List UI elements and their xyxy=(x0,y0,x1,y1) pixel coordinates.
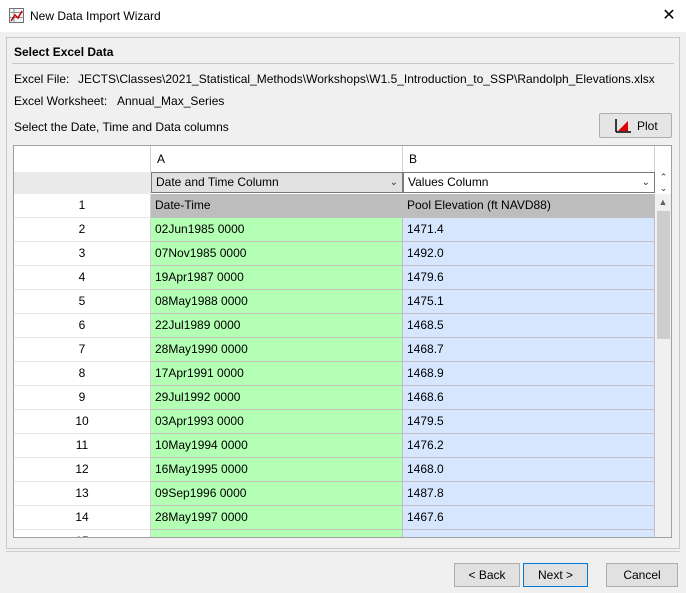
date-cell[interactable] xyxy=(151,530,403,537)
table-row[interactable]: 12 16May1995 0000 1468.0 xyxy=(14,458,655,482)
table-row[interactable]: 2 02Jun1985 0000 1471.4 xyxy=(14,218,655,242)
date-cell[interactable]: 09Sep1996 0000 xyxy=(151,482,403,506)
back-button[interactable]: < Back xyxy=(454,563,520,587)
spinner-down-icon[interactable]: ⌄ xyxy=(656,184,671,193)
spinner-up-icon[interactable]: ⌃ xyxy=(656,173,671,182)
grid-rows: 1 Date-Time Pool Elevation (ft NAVD88) 2… xyxy=(14,194,655,537)
value-cell[interactable]: 1476.2 xyxy=(403,434,655,458)
title-bar: New Data Import Wizard ✕ xyxy=(0,0,686,32)
value-cell[interactable]: 1471.4 xyxy=(403,218,655,242)
scroll-up-icon[interactable]: ▲ xyxy=(655,194,671,210)
value-cell[interactable]: 1475.1 xyxy=(403,290,655,314)
row-number: 1 xyxy=(14,194,151,218)
table-row[interactable]: 7 28May1990 0000 1468.7 xyxy=(14,338,655,362)
next-button[interactable]: Next > xyxy=(523,563,588,587)
date-cell[interactable]: 17Apr1991 0000 xyxy=(151,362,403,386)
column-header-a: A xyxy=(151,146,403,172)
value-cell[interactable]: 1492.0 xyxy=(403,242,655,266)
footer-divider xyxy=(6,551,680,552)
table-row[interactable]: 15 xyxy=(14,530,655,537)
value-cell[interactable]: 1467.6 xyxy=(403,506,655,530)
value-cell[interactable]: 1487.8 xyxy=(403,482,655,506)
date-cell[interactable]: Date-Time xyxy=(151,194,403,218)
excel-worksheet-label: Excel Worksheet: xyxy=(14,94,108,108)
chevron-down-icon: ⌄ xyxy=(389,177,398,188)
table-row[interactable]: 9 29Jul1992 0000 1468.6 xyxy=(14,386,655,410)
date-cell[interactable]: 10May1994 0000 xyxy=(151,434,403,458)
table-row[interactable]: 13 09Sep1996 0000 1487.8 xyxy=(14,482,655,506)
table-row[interactable]: 1 Date-Time Pool Elevation (ft NAVD88) xyxy=(14,194,655,218)
value-cell[interactable]: 1468.5 xyxy=(403,314,655,338)
value-cell[interactable] xyxy=(403,530,655,537)
app-icon xyxy=(9,8,24,23)
vertical-scrollbar[interactable]: ▲ xyxy=(655,194,671,537)
row-number: 14 xyxy=(14,506,151,530)
data-grid: A B Date and Time Column ⌄ Values Column… xyxy=(13,145,672,538)
date-cell[interactable]: 07Nov1985 0000 xyxy=(151,242,403,266)
column-a-type-value: Date and Time Column xyxy=(156,175,279,189)
row-number: 4 xyxy=(14,266,151,290)
table-row[interactable]: 10 03Apr1993 0000 1479.5 xyxy=(14,410,655,434)
section-divider xyxy=(12,63,674,64)
row-number: 9 xyxy=(14,386,151,410)
table-row[interactable]: 6 22Jul1989 0000 1468.5 xyxy=(14,314,655,338)
instruction-text: Select the Date, Time and Data columns xyxy=(14,120,229,134)
value-cell[interactable]: 1479.6 xyxy=(403,266,655,290)
date-cell[interactable]: 08May1988 0000 xyxy=(151,290,403,314)
value-cell[interactable]: 1479.5 xyxy=(403,410,655,434)
date-cell[interactable]: 02Jun1985 0000 xyxy=(151,218,403,242)
row-number: 11 xyxy=(14,434,151,458)
scrollbar-thumb[interactable] xyxy=(657,211,670,339)
date-cell[interactable]: 19Apr1987 0000 xyxy=(151,266,403,290)
table-row[interactable]: 5 08May1988 0000 1475.1 xyxy=(14,290,655,314)
value-cell[interactable]: 1468.9 xyxy=(403,362,655,386)
date-cell[interactable]: 28May1990 0000 xyxy=(151,338,403,362)
plot-button-label: Plot xyxy=(637,119,658,133)
chevron-down-icon: ⌄ xyxy=(641,177,650,188)
row-number: 5 xyxy=(14,290,151,314)
column-b-type-dropdown[interactable]: Values Column ⌄ xyxy=(403,172,655,193)
table-row[interactable]: 14 28May1997 0000 1467.6 xyxy=(14,506,655,530)
column-scroll-spinner[interactable]: ⌃ ⌄ xyxy=(656,172,671,193)
cancel-button[interactable]: Cancel xyxy=(606,563,678,587)
plot-button[interactable]: Plot xyxy=(599,113,672,138)
table-row[interactable]: 11 10May1994 0000 1476.2 xyxy=(14,434,655,458)
value-cell[interactable]: 1468.0 xyxy=(403,458,655,482)
section-title: Select Excel Data xyxy=(14,45,114,59)
chart-icon xyxy=(615,119,631,133)
column-b-type-value: Values Column xyxy=(408,175,489,189)
column-a-type-dropdown[interactable]: Date and Time Column ⌄ xyxy=(151,172,403,193)
row-number: 8 xyxy=(14,362,151,386)
date-cell[interactable]: 03Apr1993 0000 xyxy=(151,410,403,434)
row-number: 10 xyxy=(14,410,151,434)
date-cell[interactable]: 29Jul1992 0000 xyxy=(151,386,403,410)
window-title: New Data Import Wizard xyxy=(30,9,161,23)
row-number: 3 xyxy=(14,242,151,266)
value-cell[interactable]: 1468.7 xyxy=(403,338,655,362)
row-number: 15 xyxy=(14,530,151,537)
table-row[interactable]: 3 07Nov1985 0000 1492.0 xyxy=(14,242,655,266)
table-row[interactable]: 4 19Apr1987 0000 1479.6 xyxy=(14,266,655,290)
date-cell[interactable]: 22Jul1989 0000 xyxy=(151,314,403,338)
date-cell[interactable]: 16May1995 0000 xyxy=(151,458,403,482)
excel-worksheet-name: Annual_Max_Series xyxy=(117,94,225,108)
row-number: 7 xyxy=(14,338,151,362)
value-cell[interactable]: Pool Elevation (ft NAVD88) xyxy=(403,194,655,218)
date-cell[interactable]: 28May1997 0000 xyxy=(151,506,403,530)
row-number: 6 xyxy=(14,314,151,338)
table-row[interactable]: 8 17Apr1991 0000 1468.9 xyxy=(14,362,655,386)
value-cell[interactable]: 1468.6 xyxy=(403,386,655,410)
column-header-b: B xyxy=(403,146,655,172)
row-number: 2 xyxy=(14,218,151,242)
row-number: 12 xyxy=(14,458,151,482)
excel-file-path: JECTS\Classes\2021_Statistical_Methods\W… xyxy=(78,72,655,86)
close-icon[interactable]: ✕ xyxy=(656,5,682,27)
excel-file-label: Excel File: xyxy=(14,72,70,86)
row-number: 13 xyxy=(14,482,151,506)
grid-corner-lower xyxy=(14,172,151,194)
